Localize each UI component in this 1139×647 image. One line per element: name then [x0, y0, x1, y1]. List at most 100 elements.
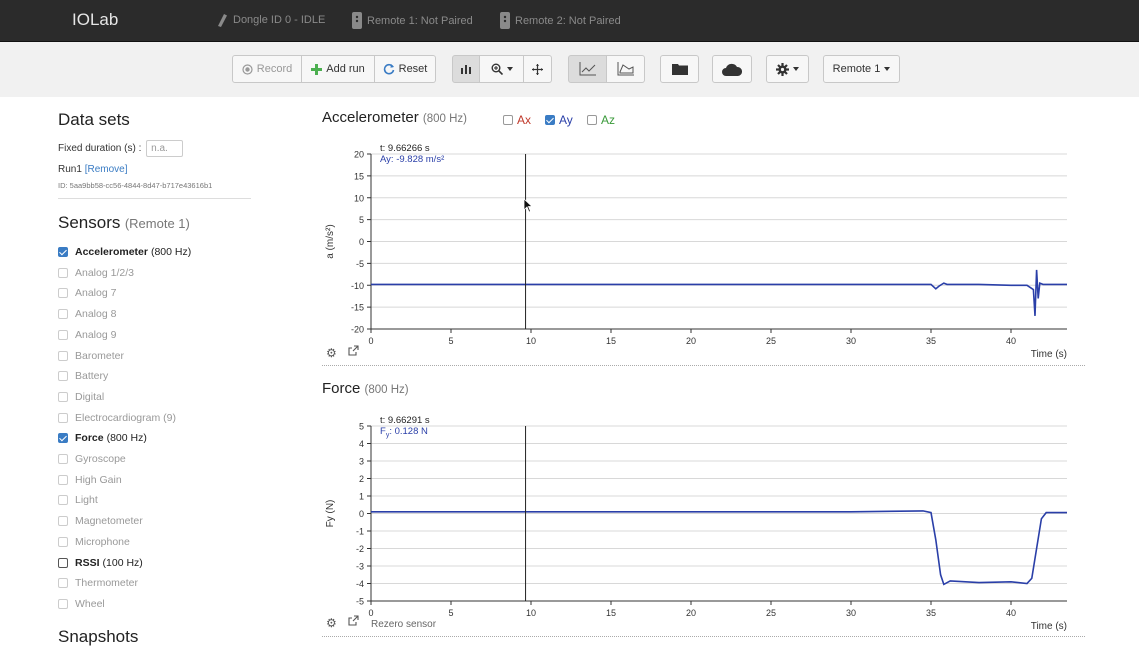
snapshots-title: Snapshots: [58, 627, 139, 646]
y-axis-label: Fy (N): [325, 500, 336, 528]
zoom-dropdown[interactable]: [480, 55, 524, 83]
rezero-sensor-link[interactable]: Rezero sensor: [371, 619, 436, 630]
sensor-checkbox[interactable]: [58, 598, 68, 609]
gear-icon[interactable]: ⚙: [326, 616, 337, 630]
remote-select-label: Remote 1: [832, 63, 881, 75]
cursor-time: t: 9.66291 s: [380, 415, 430, 426]
sensor-item[interactable]: Magnetometer: [58, 512, 143, 530]
force-panel-title: Force (800 Hz): [322, 380, 409, 397]
axis-checkbox[interactable]: [587, 115, 597, 125]
y-tick-label: 0: [359, 237, 364, 247]
external-link-icon[interactable]: [348, 615, 359, 629]
sensor-item[interactable]: Gyroscope: [58, 450, 126, 468]
app-brand[interactable]: IOLab: [72, 10, 118, 30]
sensor-checkbox[interactable]: [58, 516, 68, 527]
sensor-checkbox[interactable]: [58, 412, 68, 423]
y-tick-label: 15: [354, 171, 364, 181]
gear-icon[interactable]: ⚙: [326, 346, 337, 360]
force-chart[interactable]: -5 -4 -3 -2 -1 0 1 2 3 4 5 0 5 10 15 20 25 30 35 40 Time (s)…: [310, 412, 1090, 634]
sensor-checkbox[interactable]: [58, 536, 68, 547]
sensor-checkbox[interactable]: [58, 391, 68, 402]
sensor-item[interactable]: Digital: [58, 388, 104, 406]
add-run-button[interactable]: Add run: [302, 55, 375, 83]
sensors-remote: (Remote 1): [124, 216, 190, 231]
accelerometer-rate: (800 Hz): [422, 113, 467, 125]
settings-dropdown[interactable]: [766, 55, 809, 83]
sensor-name: Gyroscope: [75, 453, 126, 465]
y-tick-label: -1: [356, 527, 364, 537]
sensor-checkbox[interactable]: [58, 433, 68, 444]
axis-toggle-ax[interactable]: Ax: [503, 113, 531, 127]
sensor-item[interactable]: Analog 9: [58, 326, 116, 344]
dongle-status: Dongle ID 0 - IDLE: [214, 12, 325, 28]
sensor-checkbox[interactable]: [58, 474, 68, 485]
sensor-item[interactable]: Analog 8: [58, 305, 116, 323]
sensor-item[interactable]: Force (800 Hz): [58, 429, 147, 447]
open-folder-button[interactable]: [660, 55, 699, 83]
sensor-item[interactable]: Analog 7: [58, 284, 116, 302]
remove-run-link[interactable]: [Remove]: [85, 164, 128, 175]
sensor-item[interactable]: Microphone: [58, 533, 130, 551]
record-button[interactable]: Record: [232, 55, 302, 83]
area-view-button[interactable]: [607, 55, 645, 83]
bar-stats-button[interactable]: [452, 55, 480, 83]
bar-chart-icon: [461, 65, 471, 74]
sensors-title: Sensors: [58, 213, 121, 232]
y-tick-label: 5: [359, 215, 364, 225]
sensor-rate: (800 Hz): [106, 432, 147, 445]
external-link-icon[interactable]: [348, 345, 359, 359]
reset-label: Reset: [398, 63, 428, 75]
y-tick-label: 0: [359, 509, 364, 519]
sensor-checkbox[interactable]: [58, 454, 68, 464]
record-icon: [242, 63, 253, 75]
pan-button[interactable]: [524, 55, 552, 83]
x-tick-label: 25: [766, 336, 776, 346]
remote-select-dropdown[interactable]: Remote 1: [823, 55, 900, 83]
sensor-checkbox[interactable]: [58, 350, 68, 361]
folder-icon: [671, 64, 688, 75]
fixed-duration-input[interactable]: n.a.: [146, 140, 184, 157]
axis-checkbox[interactable]: [545, 115, 555, 125]
sensor-checkbox[interactable]: [58, 309, 68, 320]
line-view-button[interactable]: [568, 55, 607, 83]
sensor-checkbox[interactable]: [58, 247, 68, 257]
x-tick-label: 15: [606, 608, 616, 618]
sensor-item[interactable]: Barometer: [58, 347, 124, 365]
cloud-button[interactable]: [712, 55, 752, 83]
sensor-checkbox[interactable]: [58, 371, 68, 382]
sensor-item[interactable]: Wheel: [58, 595, 105, 613]
sensor-item[interactable]: Battery: [58, 367, 108, 385]
reset-button[interactable]: Reset: [375, 55, 436, 83]
sensor-item[interactable]: RSSI (100 Hz): [58, 554, 143, 572]
remote2-status: Remote 2: Not Paired: [500, 12, 621, 29]
y-tick-label: 3: [359, 457, 364, 467]
dongle-icon: [218, 14, 227, 27]
sensor-checkbox[interactable]: [58, 288, 68, 299]
sensor-name: Light: [75, 494, 98, 507]
axis-toggle-az[interactable]: Az: [587, 113, 615, 127]
x-tick-label: 0: [368, 608, 373, 618]
sensor-name: Force: [75, 432, 104, 445]
sensor-checkbox[interactable]: [58, 578, 68, 589]
sensor-item[interactable]: Light: [58, 491, 98, 509]
sensor-item[interactable]: Accelerometer (800 Hz): [58, 243, 191, 261]
accelerometer-chart[interactable]: -20 -15 -10 -5 0 5 10 15 20 0 5 10 15 20 25 30 35 40 Time …: [310, 140, 1090, 362]
sensor-item[interactable]: Analog 1/2/3: [58, 264, 134, 282]
sensor-checkbox[interactable]: [58, 495, 68, 506]
datasets-title: Data sets: [58, 110, 130, 129]
sensor-item[interactable]: Electrocardiogram (9): [58, 409, 176, 427]
sensor-name: Accelerometer: [75, 246, 148, 258]
sensor-checkbox[interactable]: [58, 267, 68, 278]
axis-checkbox[interactable]: [503, 115, 513, 125]
x-tick-label: 0: [368, 336, 373, 346]
series-line: [371, 510, 1067, 586]
sensor-item[interactable]: High Gain: [58, 471, 122, 489]
sensor-checkbox[interactable]: [58, 329, 68, 340]
sensor-checkbox[interactable]: [58, 557, 68, 568]
sensor-name: Analog 8: [75, 308, 117, 321]
sensor-item[interactable]: Thermometer: [58, 574, 138, 592]
chevron-down-icon: [884, 67, 891, 71]
axis-toggle-ay[interactable]: Ay: [545, 113, 573, 127]
x-tick-label: 5: [448, 336, 453, 346]
fixed-duration-label: Fixed duration (s) :: [58, 143, 142, 155]
